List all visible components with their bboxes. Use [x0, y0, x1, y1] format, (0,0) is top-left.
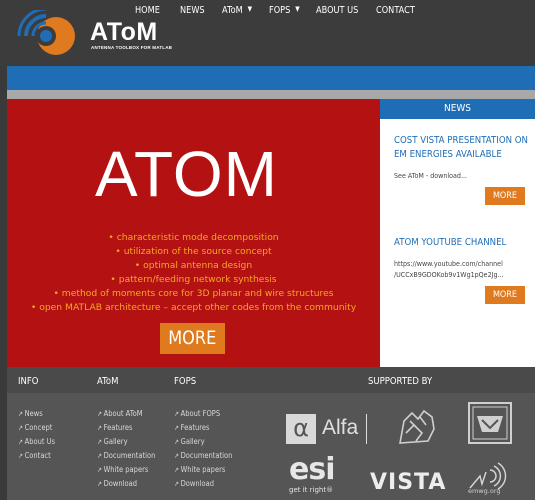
news-more-button[interactable]: MORE — [485, 286, 525, 304]
university-lion-logo-icon[interactable] — [394, 403, 440, 449]
footer-heading-supported-by: SUPPORTED BY — [368, 376, 433, 387]
feature-item: • optimal antenna design — [134, 259, 253, 271]
footer-link-fops-download[interactable]: ↗ Download — [174, 477, 232, 491]
atom-logo-icon[interactable] — [16, 10, 80, 56]
arrow-icon: ↗ — [18, 452, 23, 460]
footer-link-atom-features[interactable]: ↗ Features — [97, 421, 155, 435]
footer-fops-links: ↗ About FOPS ↗ Features ↗ Gallery ↗ Document… — [174, 407, 244, 491]
divider-strip — [7, 90, 535, 99]
news-item-text: https://www.youtube.com/channel /UCCxB9G… — [394, 259, 504, 279]
sponsor-esi-logo[interactable]: esi get it right® — [287, 452, 347, 496]
footer-atom-links: ↗ About AToM ↗ Features ↗ Gallery ↗ Document… — [97, 407, 167, 491]
footer-link-atom-white-papers[interactable]: ↗ White papers — [97, 463, 155, 477]
footer-heading-fops: FOPS — [174, 376, 197, 387]
nav-home[interactable]: HOME — [135, 5, 160, 16]
footer-heading-info: INFO — [18, 376, 39, 387]
footer-link-about-us[interactable]: ↗ About Us — [18, 435, 55, 449]
news-item-title[interactable]: ATOM YOUTUBE CHANNEL — [394, 236, 532, 250]
alfa-name: Alfa — [322, 416, 359, 439]
footer-link-atom-documentation[interactable]: ↗ Documentation — [97, 449, 155, 463]
news-item-title[interactable]: COST VISTA PRESENTATION ON EM ENERGIES A… — [394, 134, 532, 162]
footer-heading-bar — [7, 367, 535, 393]
footer-link-contact[interactable]: ↗ Contact — [18, 449, 55, 463]
footer-heading-atom: AToM — [97, 376, 119, 387]
top-header — [0, 0, 535, 66]
footer-link-about-fops[interactable]: ↗ About FOPS — [174, 407, 232, 421]
sponsor-vista-logo[interactable]: VISTA — [370, 470, 446, 495]
nav-atom[interactable]: AToM ▼ — [222, 5, 252, 16]
arrow-icon: ↗ — [174, 410, 179, 418]
footer-link-news[interactable]: ↗ News — [18, 407, 55, 421]
arrow-icon: ↗ — [97, 452, 102, 460]
esi-name: esi — [289, 452, 335, 487]
footer-link-fops-documentation[interactable]: ↗ Documentation — [174, 449, 232, 463]
arrow-icon: ↗ — [97, 424, 102, 432]
emwg-name: emwg.org — [468, 487, 501, 495]
feature-item: • pattern/feeding network synthesis — [110, 273, 277, 285]
footer-link-atom-download[interactable]: ↗ Download — [97, 477, 155, 491]
footer-info-links: ↗ News ↗ Concept ↗ About Us ↗ Contact — [18, 407, 62, 463]
arrow-icon: ↗ — [18, 438, 23, 446]
footer-link-fops-gallery[interactable]: ↗ Gallery — [174, 435, 232, 449]
arrow-icon: ↗ — [174, 480, 179, 488]
feature-list: • characteristic mode decomposition • ut… — [7, 231, 380, 314]
arrow-icon: ↗ — [18, 410, 23, 418]
footer-link-atom-gallery[interactable]: ↗ Gallery — [97, 435, 155, 449]
nav-fops[interactable]: FOPS ▼ — [269, 5, 300, 16]
nav-contact[interactable]: CONTACT — [376, 5, 415, 16]
footer-link-about-atom[interactable]: ↗ About AToM — [97, 407, 155, 421]
arrow-icon: ↗ — [174, 424, 179, 432]
arrow-icon: ↗ — [174, 452, 179, 460]
esi-tagline: get it right® — [289, 486, 334, 494]
feature-item: • method of moments core for 3D planar a… — [53, 287, 334, 299]
feature-item: • utilization of the source concept — [115, 245, 272, 257]
news-header: NEWS — [380, 99, 535, 119]
hero-title: ATOM — [95, 138, 278, 210]
ctu-crest-logo-icon[interactable] — [468, 402, 512, 444]
arrow-icon: ↗ — [174, 466, 179, 474]
footer-link-concept[interactable]: ↗ Concept — [18, 421, 55, 435]
arrow-icon: ↗ — [97, 438, 102, 446]
arrow-icon: ↗ — [97, 480, 102, 488]
sponsor-emwg-logo[interactable]: emwg.org — [466, 462, 512, 498]
news-more-button[interactable]: MORE — [485, 187, 525, 205]
news-item-text: See AToM - download... — [394, 171, 468, 180]
brand-name[interactable]: AToM — [90, 18, 158, 47]
brand-tagline: ANTENNA TOOLBOX FOR MATLAB — [91, 45, 173, 50]
sponsor-alfa-logo[interactable]: α Alfa — [286, 412, 371, 446]
arrow-icon: ↗ — [97, 466, 102, 474]
chevron-down-icon: ▼ — [247, 5, 253, 13]
emwg-signal-icon — [469, 462, 507, 490]
footer-link-fops-white-papers[interactable]: ↗ White papers — [174, 463, 232, 477]
chevron-down-icon: ▼ — [295, 5, 300, 13]
main-navbar — [7, 66, 535, 90]
arrow-icon: ↗ — [97, 410, 102, 418]
hero-more-button[interactable]: MORE — [160, 323, 225, 354]
arrow-icon: ↗ — [174, 438, 179, 446]
alfa-symbol-icon: α — [286, 414, 316, 444]
nav-news[interactable]: NEWS — [180, 5, 205, 16]
feature-item: • open MATLAB architecture – accept othe… — [30, 301, 357, 313]
footer-link-fops-features[interactable]: ↗ Features — [174, 421, 232, 435]
nav-about-us[interactable]: ABOUT US — [316, 5, 358, 16]
arrow-icon: ↗ — [18, 424, 23, 432]
feature-item: • characteristic mode decomposition — [108, 232, 279, 243]
